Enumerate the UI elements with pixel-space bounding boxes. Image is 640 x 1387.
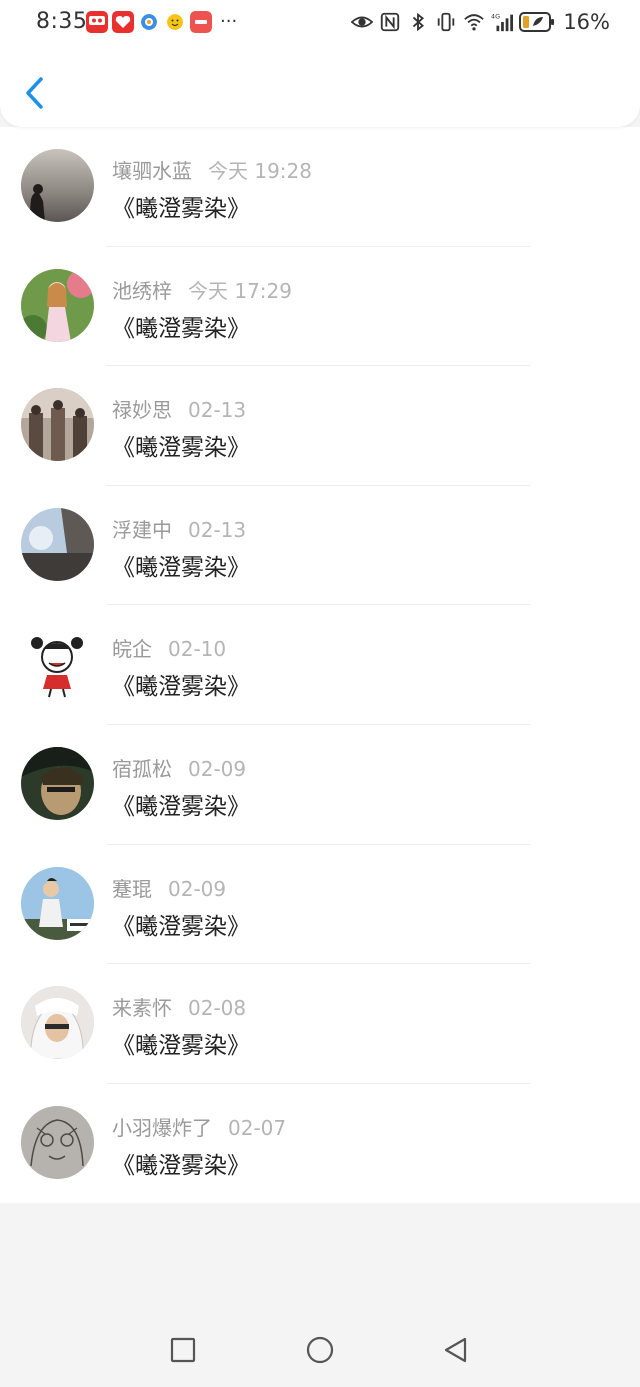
huawei-app-icon xyxy=(190,11,212,33)
comment-text: 《曦澄雾染》 xyxy=(112,1033,250,1060)
signal-icon: 4G xyxy=(491,12,514,32)
more-notifications-indicator: ··· xyxy=(220,11,238,32)
comment-date: 02-07 xyxy=(228,1115,287,1140)
empty-area xyxy=(0,1203,640,1313)
system-nav-bar xyxy=(0,1313,640,1387)
comment-list: 壤驷水蓝 今天 19:28 《曦澄雾染》 池绣梓 今天 17:29 《曦澄雾染》 禄… xyxy=(0,127,640,1204)
avatar[interactable] xyxy=(21,746,94,820)
commenter-name: 蹇琨 02-09 xyxy=(112,876,227,901)
list-item[interactable]: 宿孤松 02-09 《曦澄雾染》 xyxy=(0,724,640,845)
comment-text: 《曦澄雾染》 xyxy=(112,793,250,820)
back-triangle-icon[interactable] xyxy=(441,1335,471,1365)
list-item[interactable]: 皖企 02-10 《曦澄雾染》 xyxy=(0,605,640,725)
avatar[interactable] xyxy=(21,627,94,701)
comment-date: 02-13 xyxy=(188,398,247,423)
header-card: 8:35 ··· 4G 16% xyxy=(0,0,640,127)
comment-date: 02-13 xyxy=(188,517,247,542)
comment-date: 02-10 xyxy=(168,637,227,662)
status-time: 8:35 xyxy=(36,9,88,34)
comment-date: 02-09 xyxy=(168,876,227,901)
commenter-name: 池绣梓 今天 17:29 xyxy=(112,278,292,303)
commenter-name: 壤驷水蓝 今天 19:28 xyxy=(112,159,312,183)
battery-percentage: 16% xyxy=(563,10,610,34)
heart-app-icon xyxy=(112,11,134,33)
avatar[interactable] xyxy=(21,986,94,1060)
bluetooth-icon xyxy=(413,12,425,32)
taobao-app-icon xyxy=(86,11,108,33)
avatar[interactable] xyxy=(21,507,94,581)
system-status-icons: 4G 16% xyxy=(351,9,610,35)
comment-text: 《曦澄雾染》 xyxy=(112,196,250,222)
comment-text: 《曦澄雾染》 xyxy=(112,1152,250,1179)
list-item[interactable]: 浮建中 02-13 《曦澄雾染》 xyxy=(0,485,640,606)
list-item[interactable]: 禄妙思 02-13 《曦澄雾染》 xyxy=(0,366,640,486)
comment-date: 02-09 xyxy=(188,756,247,781)
list-item[interactable]: 蹇琨 02-09 《曦澄雾染》 xyxy=(0,844,640,965)
browser-app-icon xyxy=(141,14,157,30)
comment-text: 《曦澄雾染》 xyxy=(112,435,250,462)
comment-date: 今天 17:29 xyxy=(188,278,292,303)
comment-text: 《曦澄雾染》 xyxy=(112,674,250,701)
avatar[interactable] xyxy=(21,866,94,940)
comment-text: 《曦澄雾染》 xyxy=(112,913,250,940)
commenter-name: 浮建中 02-13 xyxy=(112,517,247,542)
avatar[interactable] xyxy=(21,149,94,222)
eye-icon xyxy=(351,16,374,28)
battery-icon xyxy=(519,12,555,32)
back-chevron-icon[interactable] xyxy=(20,74,50,112)
svg-text:4G: 4G xyxy=(491,12,500,20)
comment-text: 《曦澄雾染》 xyxy=(112,554,250,581)
list-item[interactable]: 来素怀 02-08 《曦澄雾染》 xyxy=(0,964,640,1084)
commenter-name: 宿孤松 02-09 xyxy=(112,756,247,781)
comment-date: 今天 19:28 xyxy=(208,159,312,183)
avatar[interactable] xyxy=(21,388,94,462)
avatar[interactable] xyxy=(21,1105,94,1179)
notification-icons: ··· xyxy=(86,11,237,33)
commenter-name: 皖企 02-10 xyxy=(112,637,227,662)
nfc-icon xyxy=(381,12,400,32)
status-bar: 8:35 ··· 4G 16% xyxy=(0,0,640,46)
avatar[interactable] xyxy=(21,268,94,342)
home-circle-icon[interactable] xyxy=(305,1335,335,1365)
list-item[interactable]: 壤驷水蓝 今天 19:28 《曦澄雾染》 xyxy=(0,127,640,247)
recents-square-icon[interactable] xyxy=(168,1335,198,1365)
commenter-name: 来素怀 02-08 xyxy=(112,996,247,1021)
list-item[interactable]: 小羽爆炸了 02-07 《曦澄雾染》 xyxy=(0,1083,640,1204)
comment-date: 02-08 xyxy=(188,996,247,1021)
smile-app-icon xyxy=(167,14,183,30)
list-item[interactable]: 池绣梓 今天 17:29 《曦澄雾染》 xyxy=(0,246,640,367)
vibrate-icon xyxy=(438,12,455,32)
commenter-name: 小羽爆炸了 02-07 xyxy=(112,1115,287,1140)
commenter-name: 禄妙思 02-13 xyxy=(112,398,247,423)
comment-text: 《曦澄雾染》 xyxy=(112,315,250,342)
wifi-icon xyxy=(464,14,485,31)
